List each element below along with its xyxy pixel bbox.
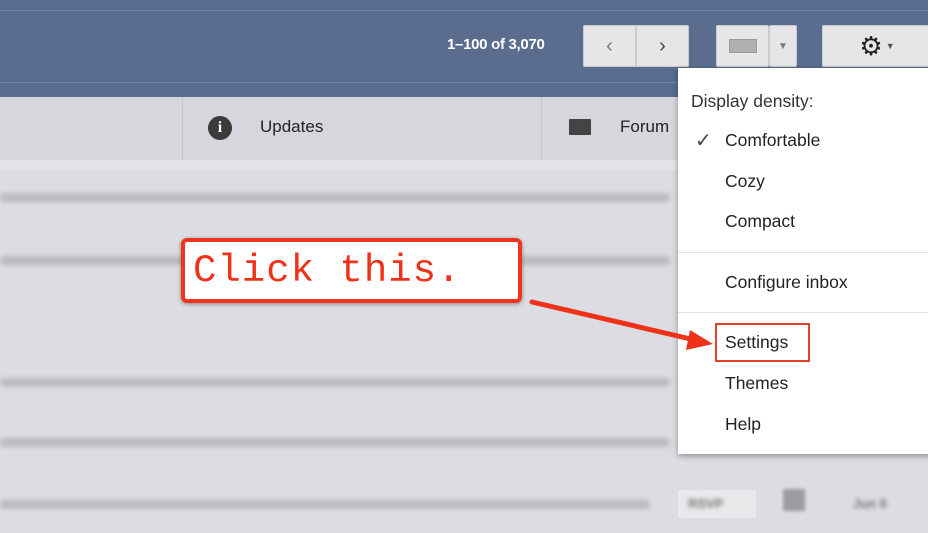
annotation-arrow-icon (529, 299, 713, 350)
